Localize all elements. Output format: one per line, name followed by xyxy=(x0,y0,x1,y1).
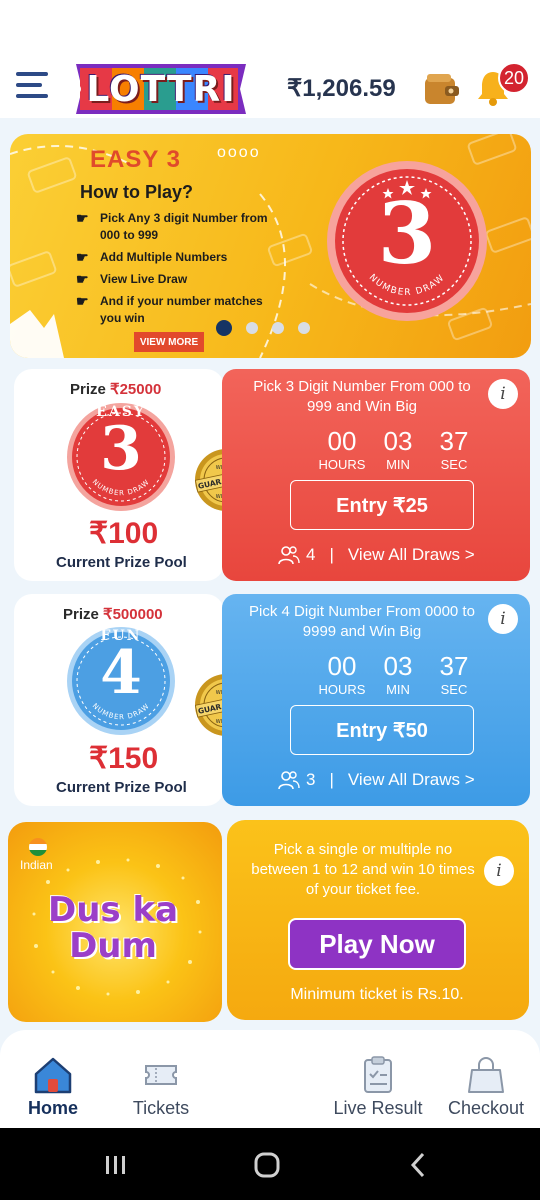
ticket-icon xyxy=(145,1065,177,1085)
step-item: ☛ View Live Draw xyxy=(76,271,188,287)
india-flag-icon xyxy=(29,838,47,856)
info-icon[interactable]: i xyxy=(488,379,518,409)
view-all-draws-link[interactable]: View All Draws > xyxy=(348,545,475,565)
info-icon[interactable]: i xyxy=(488,604,518,634)
pointing-hand-icon: ☛ xyxy=(76,293,89,309)
pointing-hand-icon: ☛ xyxy=(76,249,89,265)
dus-ka-dum-description: Pick a single or multiple no between 1 t… xyxy=(251,841,475,898)
badge-digit: 3 xyxy=(377,184,437,283)
clipboard-icon xyxy=(364,1056,392,1093)
play-now-button[interactable]: Play Now xyxy=(288,918,466,970)
flag-label: Indian xyxy=(20,858,53,872)
recent-apps-icon[interactable] xyxy=(101,1150,131,1180)
nav-label: Live Result xyxy=(333,1098,423,1118)
easy3-entry-button[interactable]: Entry ₹25 xyxy=(290,480,474,530)
timer-min: 03 xyxy=(383,426,413,456)
badge-digit: 4 xyxy=(100,638,142,708)
nav-tickets[interactable]: Tickets xyxy=(118,1030,204,1128)
easy3-players-row: 4 | View All Draws > xyxy=(278,545,475,565)
carousel-dot[interactable] xyxy=(298,322,310,334)
step-item: ☛ Add Multiple Numbers xyxy=(76,249,228,265)
home-button-icon[interactable] xyxy=(252,1150,282,1180)
lottri-logo: LOTTRI xyxy=(70,62,252,116)
home-icon xyxy=(34,1057,72,1094)
banner-dots: oooo xyxy=(217,144,261,161)
timer-hours: 00 xyxy=(327,426,357,456)
fun4-badge: NUMBER DRAW FUN 4 xyxy=(66,626,176,736)
pointing-hand-icon: ☛ xyxy=(76,271,89,287)
banner-subtitle: How to Play? xyxy=(80,182,194,202)
wallet-icon[interactable] xyxy=(423,72,459,106)
logo-text: LOTTRI xyxy=(86,68,236,110)
carousel-dot-active[interactable] xyxy=(216,320,232,336)
bag-icon xyxy=(468,1057,504,1093)
back-icon[interactable] xyxy=(404,1150,434,1180)
timer-hours: 00 xyxy=(327,651,357,681)
easy3-pool-amount: ₹100 xyxy=(89,517,159,550)
view-all-draws-link[interactable]: View All Draws > xyxy=(348,770,475,790)
bottom-navigation: Home Tickets Live Result Checkout xyxy=(0,1030,540,1128)
timer-min: 03 xyxy=(383,651,413,681)
app-header: LOTTRI ₹1,206.59 20 xyxy=(0,0,540,118)
timer-sec: 37 xyxy=(439,426,469,456)
promo-banner[interactable]: EASY 3 oooo How to Play? ☛ Pick Any 3 dig… xyxy=(10,134,531,358)
easy3-entry-card: Pick 3 Digit Number From 000 to 999 and … xyxy=(222,369,530,581)
step-item: ☛ Pick Any 3 digit Number from 000 to 999 xyxy=(76,210,268,242)
nav-label: Tickets xyxy=(132,1098,190,1118)
easy3-countdown: 00 HOURS 03 MIN 37 SEC xyxy=(314,427,482,472)
carousel-indicator xyxy=(216,320,310,336)
fun4-entry-card: Pick 4 Digit Number From 0000 to 9999 an… xyxy=(222,594,530,806)
easy3-badge: NUMBER DRAW EASY 3 xyxy=(66,402,176,512)
minimum-ticket-note: Minimum ticket is Rs.10. xyxy=(290,986,464,1003)
carousel-dot[interactable] xyxy=(272,322,284,334)
dus-ka-dum-play-card: Pick a single or multiple no between 1 t… xyxy=(227,820,529,1020)
fun4-pool-amount: ₹150 xyxy=(89,742,159,775)
fun4-prize: Prize ₹500000 xyxy=(63,606,163,623)
nav-label: Home xyxy=(27,1098,78,1118)
notification-badge: 20 xyxy=(498,62,530,94)
system-navigation-bar xyxy=(0,1128,540,1200)
dus-ka-dum-card[interactable]: Indian Dus ka Dum xyxy=(8,822,222,1022)
hamburger-menu-icon[interactable] xyxy=(16,72,50,102)
nav-home[interactable]: Home xyxy=(10,1030,96,1128)
player-count: 3 xyxy=(306,770,316,789)
fun4-description: Pick 4 Digit Number From 0000 to 9999 an… xyxy=(249,603,475,640)
users-icon xyxy=(278,546,300,565)
fun4-players-row: 3 | View All Draws > xyxy=(278,770,475,790)
fun4-pool-label: Current Prize Pool xyxy=(56,779,187,796)
pointing-hand-icon: ☛ xyxy=(76,210,89,226)
easy3-prize: Prize ₹25000 xyxy=(70,381,162,398)
easy3-description: Pick 3 Digit Number From 000 to 999 and … xyxy=(253,378,471,415)
fun4-entry-button[interactable]: Entry ₹50 xyxy=(290,705,474,755)
separator: | xyxy=(329,545,334,564)
player-count: 4 xyxy=(306,545,316,564)
nav-label: Checkout xyxy=(447,1098,525,1118)
easy3-badge-large: NUMBER DRAW 3 xyxy=(326,160,488,322)
badge-digit: 3 xyxy=(100,414,142,484)
separator: | xyxy=(329,770,334,789)
easy3-pool-label: Current Prize Pool xyxy=(56,554,187,571)
dus-ka-dum-title: Dus ka Dum xyxy=(47,890,179,966)
nav-checkout[interactable]: Checkout xyxy=(440,1030,532,1128)
banner-title: EASY 3 xyxy=(90,146,181,173)
wallet-balance: ₹1,206.59 xyxy=(287,75,396,102)
timer-sec: 37 xyxy=(439,651,469,681)
info-icon[interactable]: i xyxy=(484,856,514,886)
nav-live-result[interactable]: Live Result xyxy=(326,1030,430,1128)
carousel-dot[interactable] xyxy=(246,322,258,334)
fun4-countdown: 00 HOURS 03 MIN 37 SEC xyxy=(314,652,482,697)
how-to-play-steps: ☛ Pick Any 3 digit Number from 000 to 999… xyxy=(76,210,276,332)
view-more-button[interactable]: VIEW MORE xyxy=(134,332,204,352)
users-icon xyxy=(278,771,300,790)
